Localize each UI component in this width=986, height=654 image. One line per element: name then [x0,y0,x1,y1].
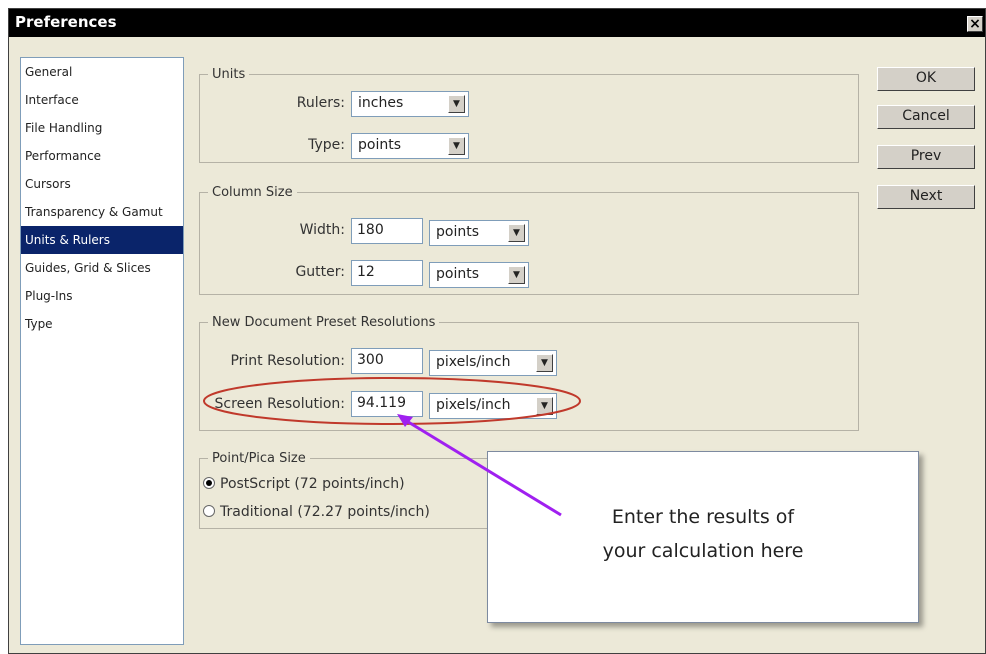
annotation-arrow-line [404,418,562,517]
annotation-overlay [203,377,581,517]
window-title: Preferences [15,13,117,31]
title-bar: Preferences × [9,9,985,37]
close-icon[interactable]: × [967,16,983,32]
highlight-ellipse [203,377,581,425]
dialog-content: General Interface File Handling Performa… [9,37,985,653]
preferences-window: Preferences × General Interface File Han… [8,8,986,654]
